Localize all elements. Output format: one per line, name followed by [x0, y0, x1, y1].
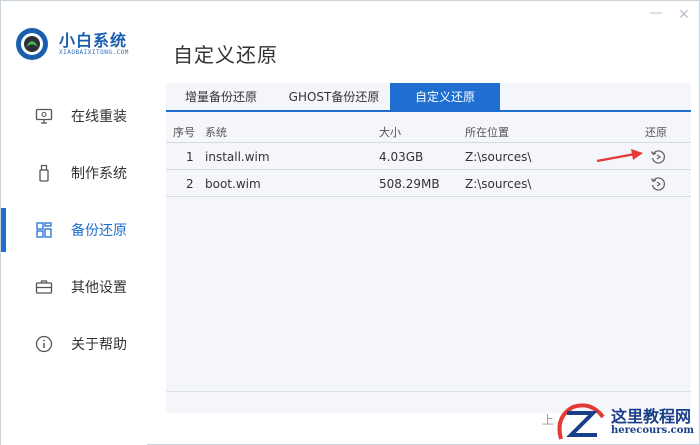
header-size: 大小	[379, 126, 401, 139]
restore-icon[interactable]	[650, 176, 666, 192]
backup-icon	[36, 221, 52, 238]
tab-custom-restore[interactable]: 自定义还原	[390, 83, 500, 112]
row-location: Z:\sources\	[465, 177, 532, 191]
header-location: 所在位置	[465, 126, 509, 139]
content-panel: 增量备份还原 GHOST备份还原 自定义还原 序号 系统 大小 所在位置 还原 …	[166, 83, 691, 413]
info-icon	[35, 335, 53, 352]
page-title: 自定义还原	[173, 43, 278, 67]
row-size: 508.29MB	[379, 177, 440, 191]
sidebar: 小白系统 XIAOBAIXITONG.COM 在线重装 制作系统 备份还原 其他…	[1, 1, 147, 445]
app-title: 小白系统	[59, 31, 128, 50]
row-num: 1	[186, 150, 194, 164]
close-button[interactable]: ✕	[678, 7, 690, 23]
header-system: 系统	[205, 126, 227, 139]
row-system: boot.wim	[205, 177, 261, 191]
tab-ghost-restore[interactable]: GHOST备份还原	[284, 83, 384, 112]
sidebar-item-backup-restore[interactable]: 备份还原	[1, 201, 147, 258]
sidebar-item-make-system[interactable]: 制作系统	[1, 144, 147, 201]
tab-incremental-restore[interactable]: 增量备份还原	[178, 83, 264, 112]
tab-bar: 增量备份还原 GHOST备份还原 自定义还原	[166, 83, 691, 112]
app-logo: 小白系统 XIAOBAIXITONG.COM	[15, 25, 155, 61]
sidebar-item-online-reinstall[interactable]: 在线重装	[1, 87, 147, 144]
briefcase-icon	[35, 279, 53, 294]
sidebar-item-other-settings[interactable]: 其他设置	[1, 258, 147, 315]
logo-icon	[16, 28, 48, 60]
sidebar-item-label: 在线重装	[71, 108, 127, 125]
restore-icon[interactable]	[650, 149, 666, 165]
sidebar-item-label: 备份还原	[71, 222, 127, 239]
usb-icon	[39, 164, 49, 182]
table-row: 2 boot.wim 508.29MB Z:\sources\	[166, 170, 691, 197]
monitor-icon	[35, 108, 53, 124]
minimize-button[interactable]: —	[649, 5, 663, 21]
sidebar-item-label: 制作系统	[71, 165, 127, 182]
sidebar-item-about-help[interactable]: 关于帮助	[1, 315, 147, 372]
row-system: install.wim	[205, 150, 270, 164]
table-header: 序号 系统 大小 所在位置 还原	[166, 119, 691, 143]
header-action: 还原	[645, 126, 667, 139]
sidebar-item-label: 关于帮助	[71, 336, 127, 353]
app-subtitle: XIAOBAIXITONG.COM	[59, 49, 129, 56]
watermark-url: herecours.com	[611, 425, 695, 436]
header-num: 序号	[173, 126, 195, 139]
sidebar-item-label: 其他设置	[71, 279, 127, 296]
app-window: 小白系统 XIAOBAIXITONG.COM 在线重装 制作系统 备份还原 其他…	[0, 0, 700, 445]
annotation-arrow-icon	[596, 149, 643, 163]
row-size: 4.03GB	[379, 150, 424, 164]
active-indicator	[1, 208, 6, 252]
row-location: Z:\sources\	[465, 150, 532, 164]
watermark-title: 这里教程网	[611, 407, 692, 426]
divider	[166, 391, 691, 392]
row-num: 2	[186, 177, 194, 191]
sidebar-nav: 在线重装 制作系统 备份还原 其他设置 关于帮助	[1, 87, 147, 372]
